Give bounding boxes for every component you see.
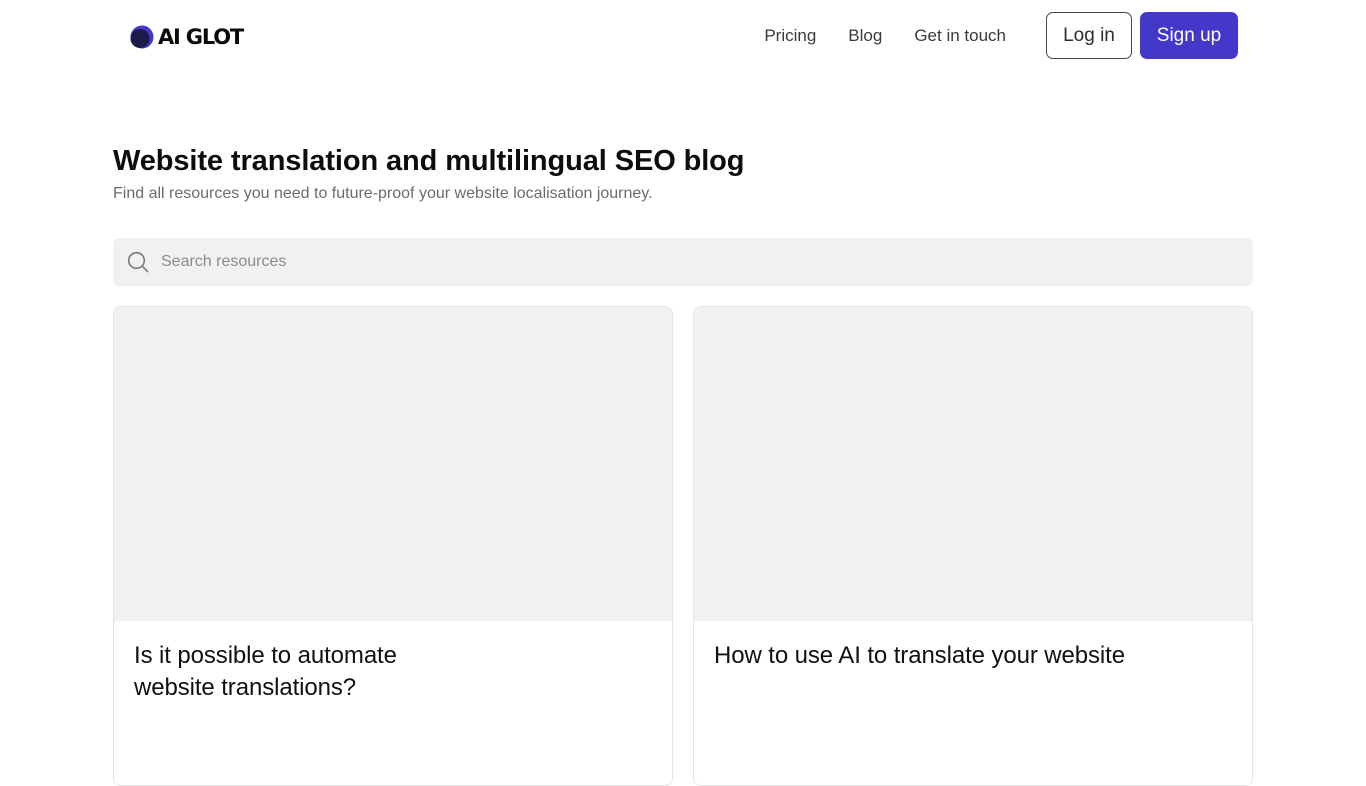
- nav-links: Pricing Blog Get in touch: [764, 24, 1006, 48]
- blog-post-card[interactable]: Is it possible to automate website trans…: [113, 306, 673, 786]
- nav-link-get-in-touch[interactable]: Get in touch: [914, 24, 1006, 48]
- post-thumbnail: [114, 307, 672, 621]
- post-thumbnail: [694, 307, 1252, 621]
- brand-name: AI GLOT: [158, 25, 244, 49]
- logo-mark-icon: [130, 25, 154, 49]
- nav-link-pricing[interactable]: Pricing: [764, 24, 816, 48]
- search-input[interactable]: [161, 238, 1241, 286]
- post-title: Is it possible to automate website trans…: [134, 642, 397, 701]
- brand-logo[interactable]: AI GLOT: [130, 24, 244, 50]
- page-title: Website translation and multilingual SEO…: [113, 145, 745, 177]
- signup-button[interactable]: Sign up: [1140, 12, 1238, 59]
- post-title: How to use AI to translate your website: [714, 642, 1125, 669]
- search-icon: [127, 251, 149, 273]
- search-bar: [113, 238, 1253, 286]
- login-button[interactable]: Log in: [1046, 12, 1132, 59]
- top-navigation: AI GLOT Pricing Blog Get in touch Log in…: [0, 0, 1366, 72]
- nav-link-blog[interactable]: Blog: [848, 24, 882, 48]
- blog-post-card[interactable]: How to use AI to translate your website: [693, 306, 1253, 786]
- page-subtitle: Find all resources you need to future-pr…: [113, 185, 653, 202]
